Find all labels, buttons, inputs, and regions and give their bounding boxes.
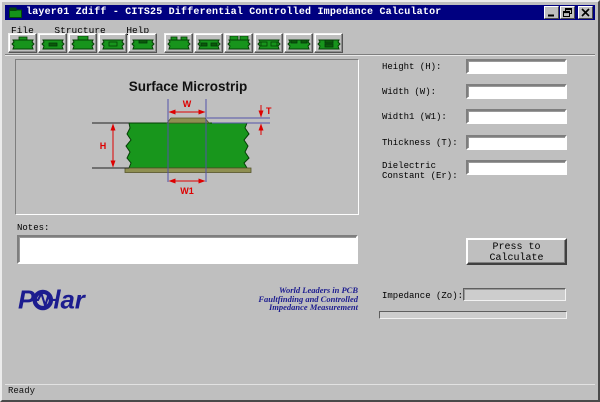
embedded-microstrip-icon xyxy=(131,36,155,50)
title-bar: layer01 Zdiff - CITS25 Differential Cont… xyxy=(5,5,595,20)
impedance-label: Impedance (Zo): xyxy=(382,291,463,301)
height-label: Height (H): xyxy=(382,62,468,72)
coated-microstrip-icon xyxy=(71,36,95,50)
window-title: layer01 Zdiff - CITS25 Differential Cont… xyxy=(26,7,441,18)
close-icon xyxy=(581,8,590,17)
dielectric-input[interactable] xyxy=(466,160,567,175)
toolbar-button-diff-offset-stripline[interactable] xyxy=(254,33,283,53)
restore-icon xyxy=(563,8,572,17)
diff-surface-microstrip-icon xyxy=(167,36,191,50)
surface-microstrip-icon xyxy=(11,36,35,50)
progress-bar xyxy=(379,311,567,319)
toolbar-separator xyxy=(5,54,595,56)
minimize-button[interactable] xyxy=(544,6,559,19)
brand-tagline: World Leaders in PCB Faultfinding and Co… xyxy=(202,286,358,312)
app-window: layer01 Zdiff - CITS25 Differential Cont… xyxy=(0,0,600,402)
toolbar-button-stripline[interactable] xyxy=(38,33,67,53)
toolbar-button-diff-stripline[interactable] xyxy=(194,33,223,53)
window-controls xyxy=(543,6,593,19)
toolbar-button-diff-surface-microstrip[interactable] xyxy=(164,33,193,53)
width1-input[interactable] xyxy=(466,109,567,124)
ground-plane-shape xyxy=(125,168,251,173)
notes-input[interactable] xyxy=(17,235,358,264)
close-button[interactable] xyxy=(578,6,593,19)
width1-label: Width1 (W1): xyxy=(382,112,468,122)
structure-diagram-panel: Surface Microstrip W T xyxy=(15,59,359,215)
offset-stripline-icon xyxy=(101,36,125,50)
menu-bar: File Structure Help xyxy=(5,20,595,33)
calculate-button-line2: Calculate xyxy=(468,253,565,264)
dielectric-label: Dielectric Constant (Er): xyxy=(382,161,468,181)
toolbar-button-diff-coated-microstrip[interactable] xyxy=(224,33,253,53)
substrate-shape xyxy=(126,123,249,168)
broadside-coupled-stripline-icon xyxy=(317,36,341,50)
calculate-button[interactable]: Press to Calculate xyxy=(466,238,567,265)
toolbar-button-diff-embedded-microstrip[interactable] xyxy=(284,33,313,53)
height-input[interactable] xyxy=(466,59,567,74)
toolbar xyxy=(8,33,344,54)
t-dim-label: T xyxy=(266,106,272,116)
h-dim-label: H xyxy=(100,141,107,151)
impedance-result-field xyxy=(463,288,566,301)
status-bar: Ready xyxy=(5,384,595,397)
diff-coated-microstrip-icon xyxy=(227,36,251,50)
app-icon xyxy=(9,7,22,18)
tagline-line3: Impedance Measurement xyxy=(202,303,358,312)
toolbar-button-surface-microstrip[interactable] xyxy=(8,33,37,53)
w-dim-label: W xyxy=(183,99,192,109)
thickness-label: Thickness (T): xyxy=(382,138,468,148)
diff-stripline-icon xyxy=(197,36,221,50)
trace-shape xyxy=(167,118,209,123)
minimize-icon xyxy=(547,8,556,17)
width-input[interactable] xyxy=(466,84,567,99)
polar-logo: P lar xyxy=(18,284,102,314)
notes-label: Notes: xyxy=(17,223,49,233)
diff-offset-stripline-icon xyxy=(257,36,281,50)
toolbar-button-offset-stripline[interactable] xyxy=(98,33,127,53)
toolbar-button-broadside-coupled-stripline[interactable] xyxy=(314,33,343,53)
w1-dim-label: W1 xyxy=(180,186,194,196)
toolbar-button-embedded-microstrip[interactable] xyxy=(128,33,157,53)
calculate-button-line1: Press to xyxy=(468,242,565,253)
thickness-input[interactable] xyxy=(466,135,567,150)
diagram-title: Surface Microstrip xyxy=(129,79,248,94)
toolbar-button-coated-microstrip[interactable] xyxy=(68,33,97,53)
surface-microstrip-diagram: Surface Microstrip W T xyxy=(16,60,358,214)
status-text: Ready xyxy=(8,386,35,396)
stripline-icon xyxy=(41,36,65,50)
restore-button[interactable] xyxy=(560,6,575,19)
diff-embedded-microstrip-icon xyxy=(287,36,311,50)
svg-text:lar: lar xyxy=(53,287,86,314)
width-label: Width (W): xyxy=(382,87,468,97)
